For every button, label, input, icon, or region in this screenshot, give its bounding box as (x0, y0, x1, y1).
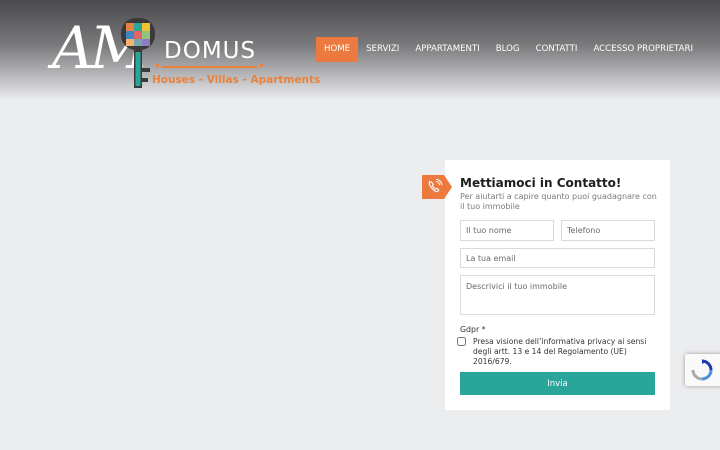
nav-item-servizi[interactable]: SERVIZI (358, 37, 407, 62)
site-logo[interactable]: AM DOMUS Houses - Villas - Apartments (52, 14, 320, 94)
nav-item-blog[interactable]: BLOG (488, 37, 528, 62)
name-input[interactable] (460, 220, 554, 241)
nav-item-home[interactable]: HOME (316, 37, 359, 62)
gdpr-checkbox[interactable] (457, 337, 466, 346)
logo-wordmark: DOMUS (164, 38, 257, 64)
phone-input[interactable] (561, 220, 655, 241)
nav-item-contatti[interactable]: CONTATTI (528, 37, 586, 62)
main-nav: HOME SERVIZI APPARTAMENTI BLOG CONTATTI … (316, 37, 701, 62)
nav-item-appartamenti[interactable]: APPARTAMENTI (407, 37, 487, 62)
property-description-input[interactable] (460, 275, 655, 315)
contact-form-subtitle: Per aiutarti a capire quanto puoi guadag… (460, 192, 657, 211)
contact-form-title: Mettiamoci in Contatto! (460, 176, 622, 190)
recaptcha-icon (691, 359, 713, 381)
email-input[interactable] (460, 248, 655, 268)
submit-button[interactable]: Invia (460, 372, 655, 395)
nav-item-accesso-proprietari[interactable]: ACCESSO PROPRIETARI (585, 37, 701, 62)
logo-divider (156, 64, 263, 68)
gdpr-consent-text: Presa visione dell’informativa privacy a… (473, 337, 647, 366)
contact-form-card: Mettiamoci in Contatto! Per aiutarti a c… (445, 160, 670, 410)
logo-tagline: Houses - Villas - Apartments (152, 74, 321, 86)
gdpr-label: Gdpr * (460, 325, 486, 334)
site-header: AM DOMUS Houses - Villas - Apartments HO… (0, 0, 720, 100)
recaptcha-badge[interactable] (685, 354, 720, 386)
phone-icon (422, 175, 452, 199)
